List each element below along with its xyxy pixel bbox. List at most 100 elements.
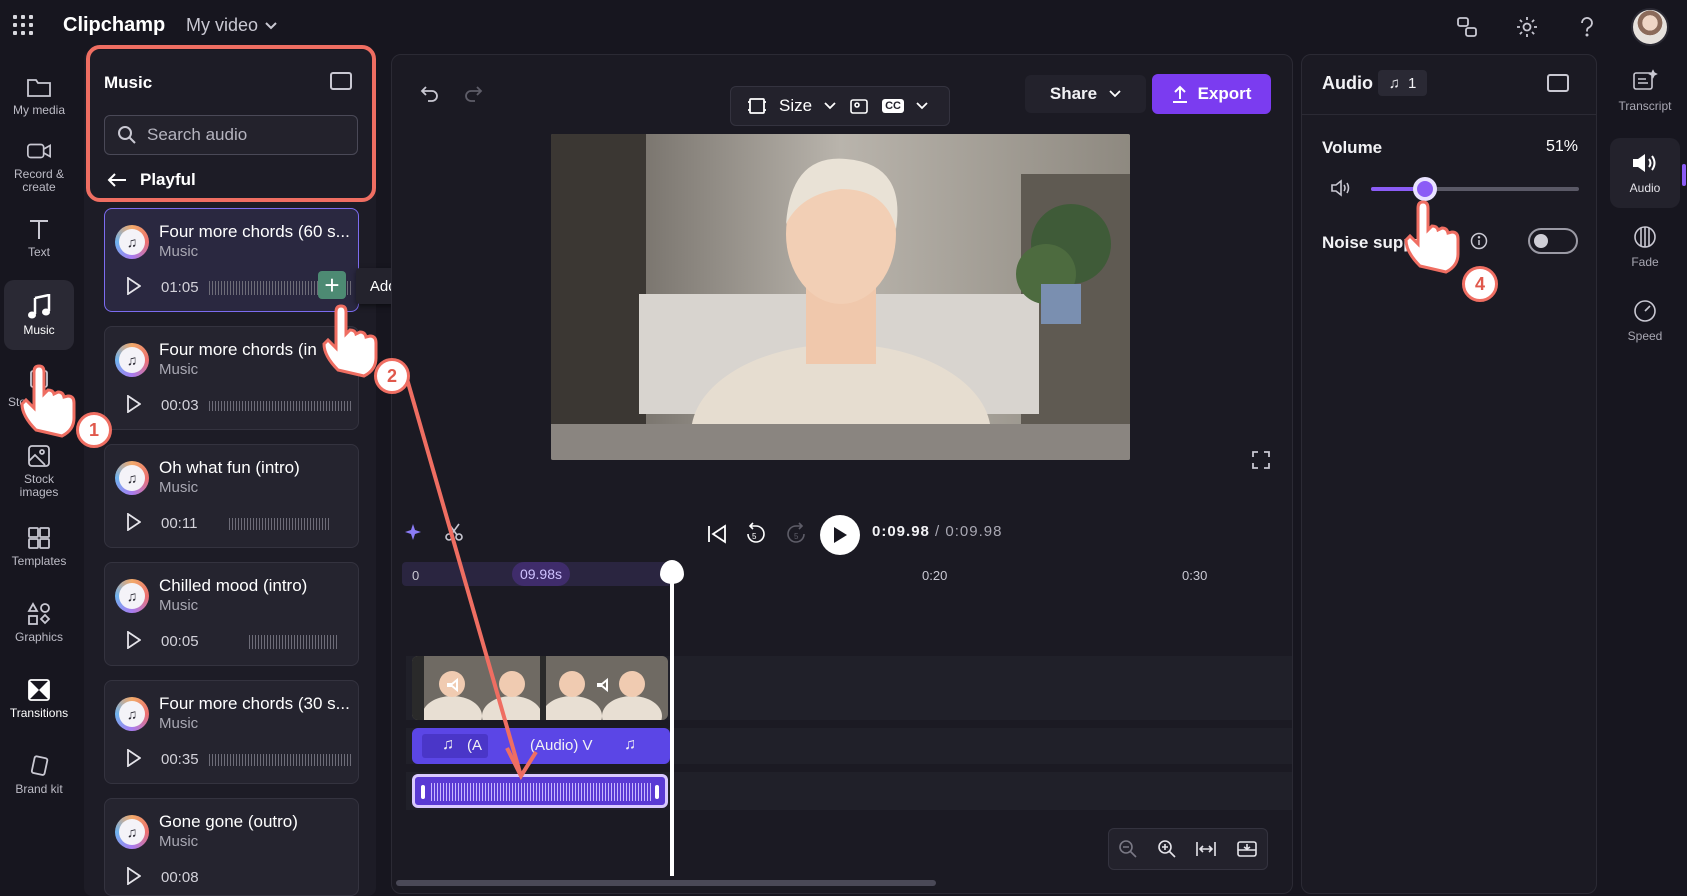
track-type: Music xyxy=(159,479,199,496)
play-icon[interactable] xyxy=(127,631,141,649)
playhead[interactable] xyxy=(670,566,674,876)
background-remove-icon[interactable] xyxy=(848,95,870,117)
sidebar-item-label: My media xyxy=(12,102,65,117)
audio-clip-label: (Audio) V xyxy=(530,737,593,754)
project-name-dropdown[interactable]: My video xyxy=(186,15,278,36)
play-icon[interactable] xyxy=(127,395,141,413)
camera-icon xyxy=(26,138,52,164)
size-label[interactable]: Size xyxy=(779,96,812,116)
sidebar-item-my-media[interactable]: My media xyxy=(4,60,74,130)
waveform xyxy=(249,635,337,649)
sidebar-item-label: Audio xyxy=(1629,181,1661,195)
highlight-box xyxy=(86,45,376,202)
upload-icon xyxy=(1172,85,1187,103)
music-thumbnail-icon: ♫ xyxy=(115,343,149,377)
pointer-hand-icon xyxy=(1404,200,1460,274)
track-card[interactable]: ♫ Chilled mood (intro) Music 00:05 xyxy=(104,562,359,666)
zoom-out-icon[interactable] xyxy=(1118,839,1138,859)
track-card[interactable]: ♫ Oh what fun (intro) Music 00:11 xyxy=(104,444,359,548)
sidebar-item-templates[interactable]: Templates xyxy=(4,511,74,581)
active-indicator xyxy=(1682,164,1686,186)
resize-icon[interactable] xyxy=(747,96,767,116)
chevron-down-icon xyxy=(1109,90,1121,98)
music-clip[interactable] xyxy=(412,774,668,808)
track-duration: 00:08 xyxy=(161,869,199,886)
project-name: My video xyxy=(186,15,259,35)
noise-suppression-toggle[interactable] xyxy=(1528,228,1578,254)
speaker-icon xyxy=(1633,154,1656,172)
fit-timeline-icon[interactable] xyxy=(1195,839,1217,859)
collapse-properties-icon[interactable] xyxy=(1547,74,1569,92)
settings-gear-icon[interactable] xyxy=(1511,11,1543,43)
play-icon[interactable] xyxy=(127,749,141,767)
play-icon[interactable] xyxy=(127,513,141,531)
sidebar-item-fade[interactable]: Fade xyxy=(1610,212,1680,282)
trim-handle-right[interactable] xyxy=(655,785,659,799)
speaker-icon[interactable] xyxy=(1330,178,1352,198)
sidebar-item-audio[interactable]: Audio xyxy=(1610,138,1680,208)
waveform xyxy=(209,401,351,411)
total-time: / 0:09.98 xyxy=(935,523,1003,540)
captions-cc-icon[interactable]: CC xyxy=(882,99,904,113)
trim-handle-left[interactable] xyxy=(421,785,425,799)
ruler-label: 0:30 xyxy=(1182,568,1208,583)
transitions-icon xyxy=(26,677,52,703)
play-icon[interactable] xyxy=(127,867,141,885)
volume-slider[interactable] xyxy=(1371,187,1579,191)
image-icon xyxy=(26,443,52,469)
audio-count-badge: ♫ 1 xyxy=(1378,70,1427,96)
expand-timeline-icon[interactable] xyxy=(1236,839,1258,859)
audio-clip[interactable]: ♫ (A (Audio) V ♫ xyxy=(412,728,670,764)
sidebar-item-transitions[interactable]: Transitions xyxy=(4,663,74,733)
playhead-handle[interactable] xyxy=(660,560,684,584)
fullscreen-icon[interactable] xyxy=(1251,450,1271,470)
audio-count: 1 xyxy=(1407,74,1417,92)
sidebar-item-label: Stock images xyxy=(19,472,59,499)
properties-title: Audio xyxy=(1322,73,1373,93)
magic-sparkle-icon[interactable] xyxy=(404,522,424,542)
track-card[interactable]: ♫ Four more chords (30 s... Music 00:35 xyxy=(104,680,359,784)
app-launcher-icon[interactable] xyxy=(13,15,33,35)
help-icon[interactable] xyxy=(1571,11,1603,43)
zoom-in-icon[interactable] xyxy=(1157,839,1177,859)
zoom-controls xyxy=(1108,828,1268,870)
sidebar-item-music[interactable]: Music xyxy=(4,280,74,350)
sidebar-item-transcript[interactable]: Transcript xyxy=(1610,56,1680,126)
add-to-timeline-button[interactable]: + xyxy=(318,271,346,299)
forward-5-icon[interactable]: 5 xyxy=(786,522,808,546)
speedometer-icon xyxy=(1634,300,1656,322)
top-bar: Clipchamp My video xyxy=(0,0,1687,50)
split-scissors-icon[interactable] xyxy=(444,522,464,542)
info-icon[interactable] xyxy=(1470,232,1488,250)
play-button[interactable] xyxy=(820,515,860,555)
app-name: Clipchamp xyxy=(63,14,166,36)
redo-icon[interactable] xyxy=(463,84,483,104)
sidebar-item-stock-images[interactable]: Stock images xyxy=(4,436,74,506)
rewind-5-icon[interactable]: 5 xyxy=(744,522,766,546)
track-duration: 00:35 xyxy=(161,751,199,768)
track-card[interactable]: ♫ Gone gone (outro) Music 00:08 xyxy=(104,798,359,896)
ruler-label: 0 xyxy=(412,568,420,583)
timeline-scrollbar[interactable] xyxy=(396,880,936,886)
share-button[interactable]: Share xyxy=(1025,75,1146,113)
audio-clip-label: (A xyxy=(467,737,482,754)
user-avatar[interactable] xyxy=(1631,8,1669,46)
track-title: Chilled mood (intro) xyxy=(159,576,308,595)
undo-icon[interactable] xyxy=(420,84,440,104)
play-icon[interactable] xyxy=(127,277,141,295)
sidebar-item-text[interactable]: Text xyxy=(4,202,74,272)
export-label: Export xyxy=(1197,84,1252,103)
step-badge: 1 xyxy=(76,412,112,448)
export-button[interactable]: Export xyxy=(1152,74,1271,114)
video-clip[interactable] xyxy=(412,656,668,720)
sidebar-item-label: Graphics xyxy=(14,629,64,644)
sidebar-item-label: Fade xyxy=(1631,255,1659,269)
current-time: 0:09.98 xyxy=(872,523,930,540)
sidebar-item-record-create[interactable]: Record & create xyxy=(4,131,74,201)
sidebar-item-graphics[interactable]: Graphics xyxy=(4,587,74,657)
feedback-icon[interactable] xyxy=(1451,11,1483,43)
sidebar-item-speed[interactable]: Speed xyxy=(1610,286,1680,356)
sidebar-item-label: Templates xyxy=(11,553,67,568)
skip-back-icon[interactable] xyxy=(706,524,728,544)
sidebar-item-brand-kit[interactable]: Brand kit xyxy=(4,739,74,809)
